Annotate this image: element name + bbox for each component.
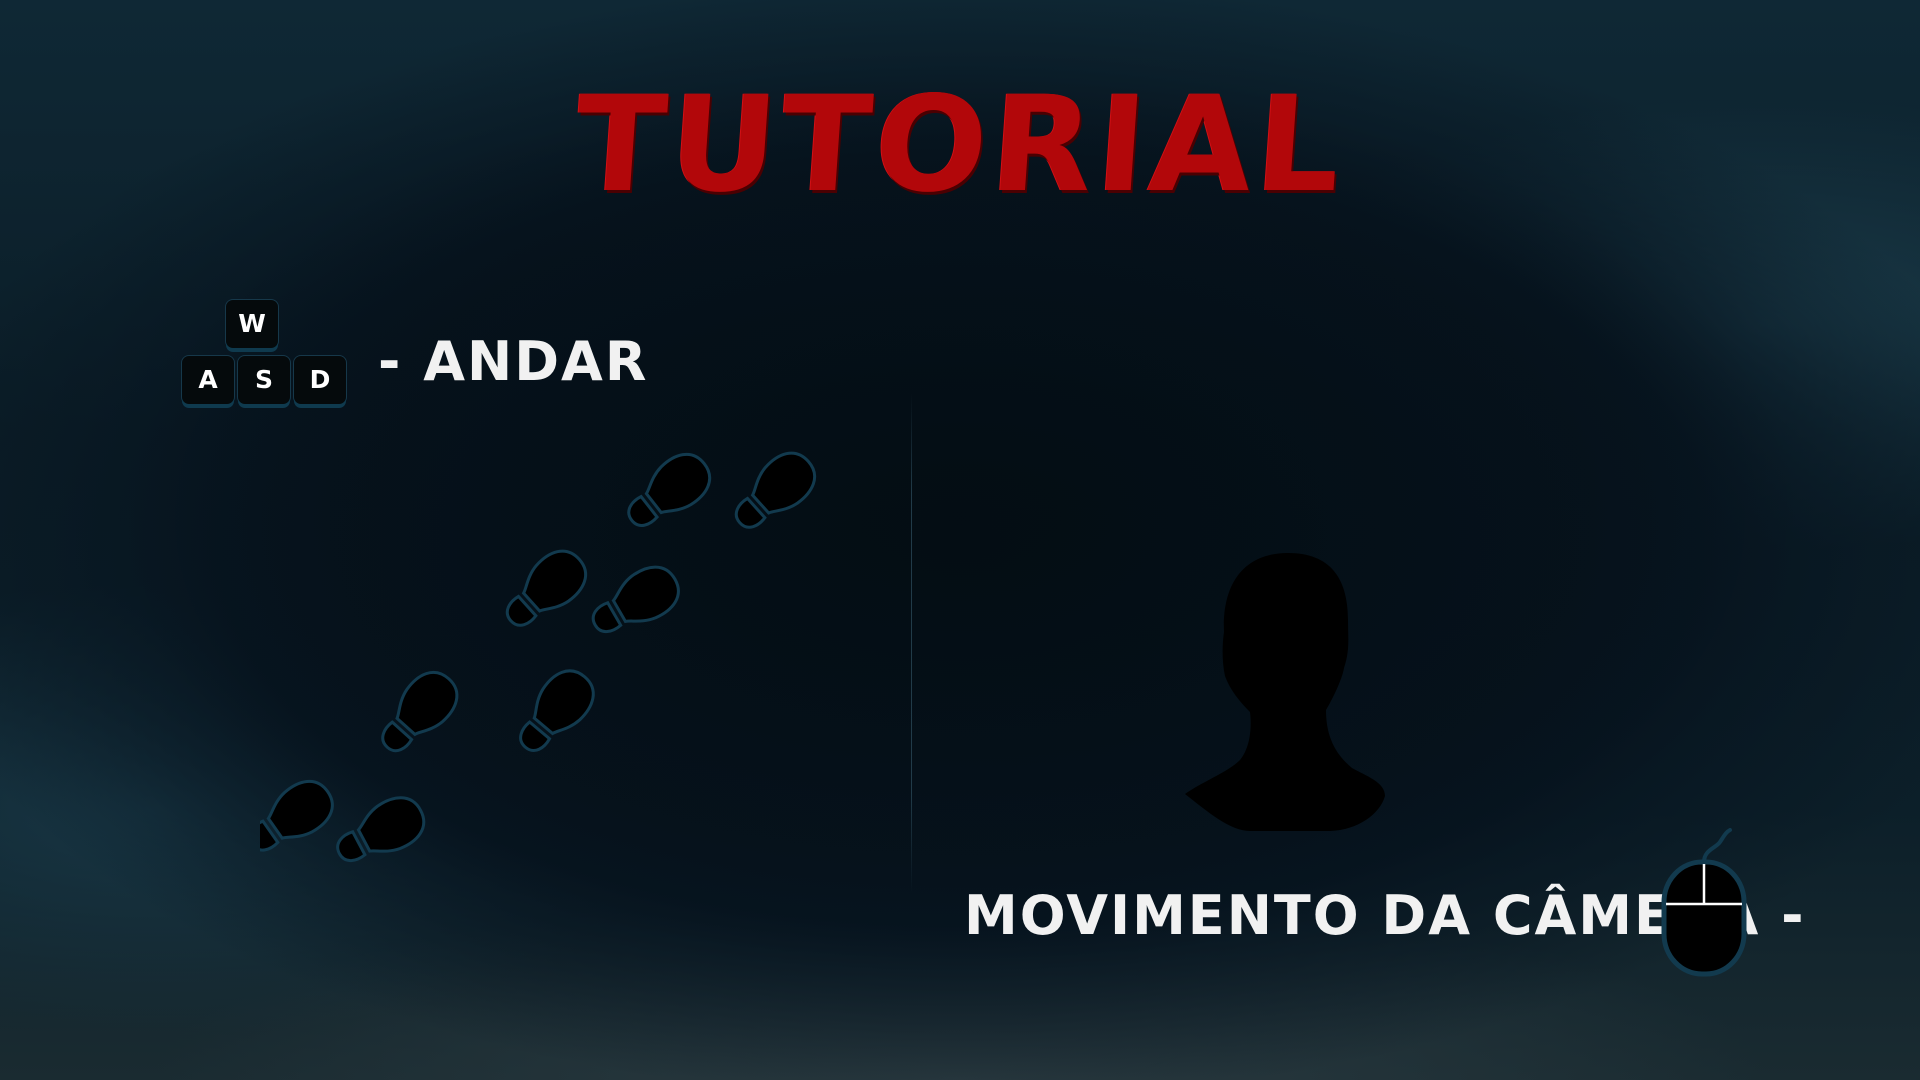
key-a: A <box>182 356 234 404</box>
footprint <box>326 787 434 877</box>
panel-divider <box>911 393 912 893</box>
footprint <box>615 442 721 542</box>
footprints-icon <box>260 441 826 877</box>
key-w: W <box>226 300 278 348</box>
tutorial-title: TUTORIAL <box>570 68 1350 222</box>
head-silhouette-icon <box>1185 553 1385 831</box>
footprint <box>722 441 826 543</box>
key-s: S <box>238 356 290 404</box>
footprint <box>367 661 469 765</box>
footprint <box>493 539 597 641</box>
tutorial-screen: TUTORIAL W A S D - ANDAR MOVIMENTO DA CÂ… <box>0 0 1920 1080</box>
walk-label: - ANDAR <box>378 330 649 393</box>
footprint <box>260 770 344 866</box>
wasd-keys: W A S D <box>182 300 354 418</box>
mouse-icon <box>1661 828 1747 977</box>
footprint <box>581 556 689 648</box>
footprint <box>505 659 605 765</box>
key-d: D <box>294 356 346 404</box>
